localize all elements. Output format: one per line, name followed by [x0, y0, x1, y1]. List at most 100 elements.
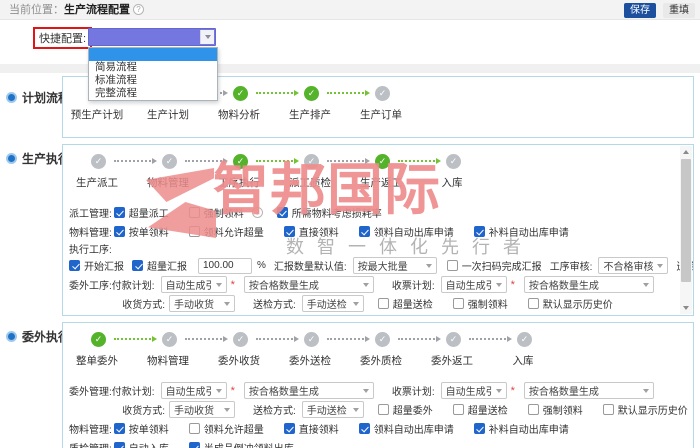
auto-inbound-checkbox[interactable]: 自动入库 [114, 440, 169, 448]
start-report-checkbox[interactable]: 开始汇报 [69, 258, 124, 273]
field-label: 送检方式: [253, 296, 296, 311]
pay-plan-mode-select[interactable]: 自动生成引 [161, 276, 227, 293]
checkbox-label: 超量送检 [393, 296, 433, 311]
scroll-up-arrow[interactable] [680, 146, 692, 158]
field-label: 收票计划: [392, 383, 435, 398]
chevron-down-icon [363, 283, 369, 287]
field-label: 送检方式: [253, 402, 296, 417]
receive-mode-select[interactable]: 手动收货 [169, 401, 235, 418]
flow-step-label: 物料管理 [130, 353, 206, 368]
over-report-percent-input[interactable] [198, 258, 252, 274]
scroll-down-arrow[interactable] [680, 302, 692, 314]
over-inspect-checkbox[interactable]: 超量送检 [453, 402, 508, 417]
checkbox-label: 默认显示历史价 [618, 402, 688, 417]
section-label-production: 生产执行 [6, 150, 70, 167]
checkbox-icon [378, 298, 389, 309]
over-inspect-checkbox[interactable]: 超量送检 [378, 296, 433, 311]
invoice-plan-rule-select[interactable]: 按合格数量生成 [524, 382, 654, 399]
checkbox-icon [603, 404, 614, 415]
field-label: 工序审核: [550, 258, 593, 273]
flow-step-label: 入库 [414, 175, 490, 190]
check-circle-icon [375, 154, 390, 169]
checkbox-label: 领料自动出库申请 [374, 224, 454, 239]
force-pick-checkbox[interactable]: 强制领料 [189, 205, 244, 220]
inspect-mode-select[interactable]: 手动送检 [302, 295, 364, 312]
invoice-plan-rule-select[interactable]: 按合格数量生成 [524, 276, 654, 293]
pick-over-checkbox[interactable]: 领料允许超量 [189, 421, 264, 436]
history-price-checkbox[interactable]: 默认显示历史价 [528, 296, 613, 311]
check-circle-icon [446, 154, 461, 169]
backflush-checkbox[interactable]: 半成品倒冲领料出库 [189, 440, 294, 448]
quick-config-dropdown: 简易流程 标准流程 完整流程 [88, 47, 218, 101]
pick-over-checkbox[interactable]: 领料允许超量 [189, 224, 264, 239]
process-execution-row: 执行工序: [63, 241, 693, 256]
scrollbar[interactable] [680, 146, 692, 314]
checkbox-icon [474, 226, 485, 237]
material-management-row: 物料管理: 按单领料 领料允许超量 直接领料 领料自动出库申请 补料自动出库申请 [63, 222, 693, 241]
section-bullet-icon [6, 331, 17, 342]
chevron-down-icon [353, 408, 359, 412]
checkbox-label: 领料允许超量 [204, 421, 264, 436]
scroll-thumb[interactable] [681, 159, 691, 282]
history-price-checkbox[interactable]: 默认显示历史价 [603, 402, 688, 417]
supplement-auto-outbound-checkbox[interactable]: 补料自动出库申请 [474, 421, 569, 436]
pay-plan-rule-select[interactable]: 按合格数量生成 [244, 382, 374, 399]
flow-step: 入库 [426, 154, 497, 190]
outsourcing-execution-box: 整单委外 物料管理 委外收货 委外送检 委外质检 委外返工 入库 委外管理:付款… [62, 322, 694, 448]
checkbox-icon [528, 298, 539, 309]
check-circle-icon [162, 154, 177, 169]
direct-pick-checkbox[interactable]: 直接领料 [284, 421, 339, 436]
outsource-material-row: 物料管理: 按单领料 领料允许超量 直接领料 领料自动出库申请 补料自动出库申请 [63, 419, 693, 438]
over-dispatch-checkbox[interactable]: 超量派工 [114, 205, 169, 220]
checkbox-label: 直接领料 [299, 224, 339, 239]
report-default-qty-select[interactable]: 按最大批量 [353, 257, 437, 274]
help-icon[interactable]: ? [133, 4, 144, 15]
force-pick-checkbox[interactable]: 强制领料 [453, 296, 508, 311]
chevron-down-icon [496, 283, 502, 287]
pay-plan-rule-select[interactable]: 按合格数量生成 [244, 276, 374, 293]
checkbox-label: 默认显示历史价 [543, 296, 613, 311]
dropdown-option-complete[interactable]: 完整流程 [89, 87, 217, 100]
checkbox-label: 强制领料 [468, 296, 508, 311]
dropdown-option-blank[interactable] [89, 48, 217, 61]
row-label: 委外工序:付款计划: [69, 277, 155, 292]
quick-config-select[interactable] [88, 28, 216, 46]
over-report-checkbox[interactable]: 超量汇报 [132, 258, 187, 273]
chevron-down-icon [496, 389, 502, 393]
invoice-plan-mode-select[interactable]: 自动生成引 [441, 382, 507, 399]
over-outsource-checkbox[interactable]: 超量委外 [378, 402, 433, 417]
dispatch-management-row: 派工管理: 超量派工 强制领料 ? 所需物料考虑损耗率 [63, 203, 693, 222]
dropdown-option-standard[interactable]: 标准流程 [89, 74, 217, 87]
reset-button[interactable]: 重填 [663, 3, 695, 18]
checkbox-icon [189, 442, 200, 448]
chevron-down-icon[interactable] [200, 30, 214, 44]
flow-step-label: 生产计划 [130, 107, 206, 122]
force-pick-checkbox[interactable]: 强制领料 [528, 402, 583, 417]
info-icon[interactable]: ? [252, 207, 263, 218]
save-button[interactable]: 保存 [624, 3, 656, 18]
inspect-mode-select[interactable]: 手动送检 [302, 401, 364, 418]
process-audit-select[interactable]: 不合格审核 [598, 257, 668, 274]
auto-outbound-checkbox[interactable]: 领料自动出库申请 [359, 224, 454, 239]
pick-by-order-checkbox[interactable]: 按单领料 [114, 224, 169, 239]
checkbox-icon [189, 207, 200, 218]
select-value: 自动生成引 [166, 383, 212, 398]
checkbox-icon [277, 207, 288, 218]
invoice-plan-mode-select[interactable]: 自动生成引 [441, 276, 507, 293]
auto-outbound-checkbox[interactable]: 领料自动出库申请 [359, 421, 454, 436]
pay-plan-mode-select[interactable]: 自动生成引 [161, 382, 227, 399]
flow-step-label: 委外收货 [201, 353, 277, 368]
checkbox-label: 补料自动出库申请 [489, 421, 569, 436]
field-label: 收票计划: [392, 277, 435, 292]
supplement-auto-outbound-checkbox[interactable]: 补料自动出库申请 [474, 224, 569, 239]
dropdown-option-simple[interactable]: 简易流程 [89, 61, 217, 74]
outsource-qc-row: 质检管理: 自动入库 半成品倒冲领料出库 [63, 438, 693, 448]
receive-mode-select[interactable]: 手动收货 [169, 295, 235, 312]
pick-by-order-checkbox[interactable]: 按单领料 [114, 421, 169, 436]
loss-rate-checkbox[interactable]: 所需物料考虑损耗率 [277, 205, 382, 220]
scan-once-checkbox[interactable]: 一次扫码完成汇报 [447, 258, 542, 273]
direct-pick-checkbox[interactable]: 直接领料 [284, 224, 339, 239]
chevron-down-icon [353, 302, 359, 306]
checkbox-icon [284, 423, 295, 434]
required-mark: * [511, 385, 515, 397]
